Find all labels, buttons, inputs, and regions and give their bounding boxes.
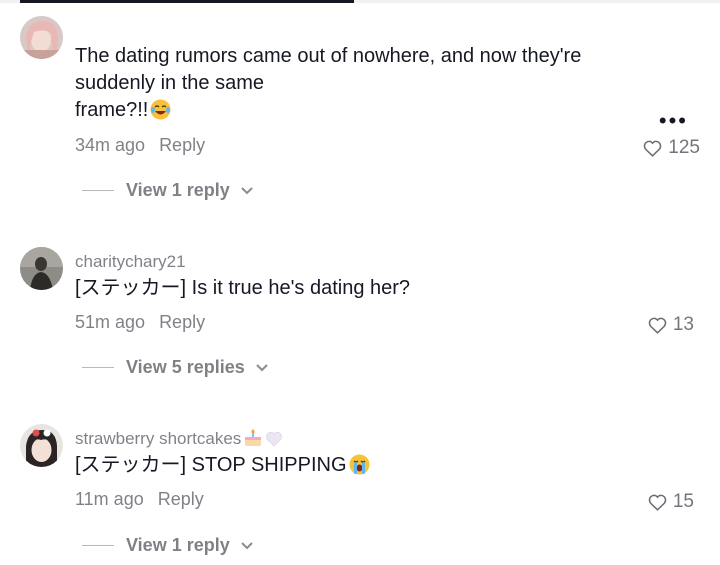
active-tab-indicator [20, 0, 354, 3]
view-replies-button[interactable]: View 1 reply [82, 180, 254, 201]
heart-icon [648, 494, 667, 511]
view-replies-button[interactable]: View 1 reply [82, 535, 254, 556]
comment-text: [ステッカー] STOP SHIPPING [75, 452, 370, 483]
comment-time: 34m ago [75, 135, 146, 155]
crying-icon [349, 454, 370, 483]
comment-username[interactable]: charitychary21 [75, 252, 186, 272]
avatar[interactable] [20, 16, 63, 59]
more-options-icon[interactable]: ••• [659, 110, 688, 132]
like-count: 15 [672, 491, 694, 512]
comment-meta: 34m ago Reply [75, 135, 205, 156]
like-count: 125 [668, 137, 700, 158]
chevron-down-icon [240, 535, 254, 556]
chevron-down-icon [240, 180, 254, 201]
heart-icon [644, 140, 662, 157]
view-replies-button[interactable]: View 5 replies [82, 357, 269, 378]
reply-button[interactable]: Reply [159, 312, 205, 332]
divider [82, 367, 114, 368]
like-button[interactable]: 125 [643, 137, 700, 159]
chevron-down-icon [255, 357, 269, 378]
comment-username[interactable]: strawberry shortcakes [75, 429, 283, 452]
avatar[interactable] [20, 424, 63, 467]
like-button[interactable]: 15 [648, 491, 694, 513]
tab-indicator-bar [0, 0, 720, 3]
avatar[interactable] [20, 247, 63, 290]
comment-meta: 51m ago Reply [75, 312, 205, 333]
cake-icon [243, 429, 263, 452]
laughing-crying-emoji-icon [150, 99, 171, 128]
comment-text: The dating rumors came out of nowhere, a… [75, 43, 635, 128]
like-count: 13 [672, 314, 694, 335]
heart-icon [648, 317, 667, 334]
divider [82, 545, 114, 546]
like-button[interactable]: 13 [648, 314, 694, 336]
comment-meta: 11m ago Reply [75, 489, 204, 510]
comment-text: [ステッカー] Is it true he's dating her? [75, 277, 411, 299]
white-heart-icon [265, 431, 283, 452]
reply-button[interactable]: Reply [159, 135, 205, 155]
reply-button[interactable]: Reply [158, 489, 204, 509]
divider [82, 190, 114, 191]
comment-time: 51m ago [75, 312, 146, 332]
comment-time: 11m ago [75, 489, 144, 509]
